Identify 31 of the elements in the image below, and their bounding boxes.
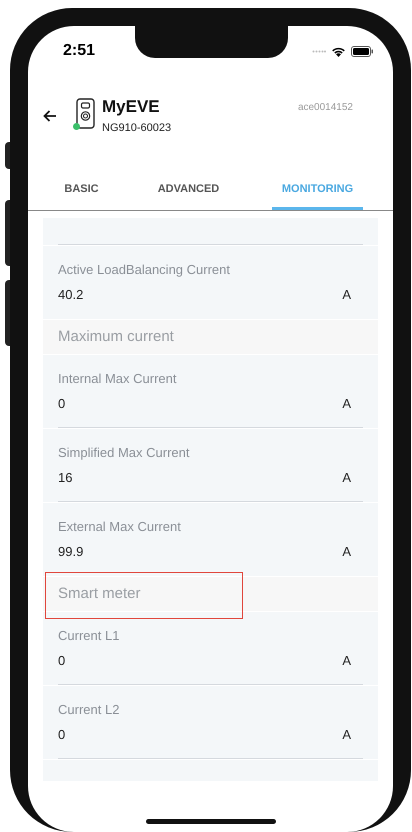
field-value: 0 (58, 726, 66, 744)
unit-label: A (342, 652, 351, 670)
field-value: 40.2 (58, 286, 84, 304)
field-label: Current L1 (58, 627, 120, 645)
field-label: Active LoadBalancing Current (58, 261, 231, 279)
device-model: NG910-60023 (102, 121, 172, 136)
charger-icon (74, 98, 96, 129)
tab[interactable]: ADVANCED (143, 169, 234, 210)
field-value: 16 (58, 469, 72, 487)
unit-label: A (342, 395, 351, 413)
section-heading: Maximum current (58, 326, 174, 347)
field-value: 99.9 (58, 543, 84, 561)
field-value: 0 (58, 652, 66, 670)
field-label: External Max Current (58, 518, 182, 536)
field-label: Current L2 (58, 701, 120, 719)
section-heading: Smart meter (58, 584, 141, 604)
field-label: Internal Max Current (58, 370, 178, 388)
field-label: Simplified Max Current (58, 444, 190, 462)
unit-label: A (342, 543, 351, 561)
unit-label: A (342, 286, 351, 304)
back-arrow-icon (43, 110, 57, 122)
wifi-icon (331, 46, 346, 56)
battery-icon (351, 46, 373, 56)
status-time: 2:51 (63, 41, 96, 61)
unit-label: A (342, 469, 351, 487)
unit-label: A (342, 726, 351, 744)
signal-icon (312, 50, 326, 52)
device-title: MyEVE (102, 96, 161, 118)
tab[interactable]: BASIC (36, 169, 127, 210)
serial-number: ace0014152 (298, 101, 353, 115)
field-value: 0 (58, 395, 66, 413)
